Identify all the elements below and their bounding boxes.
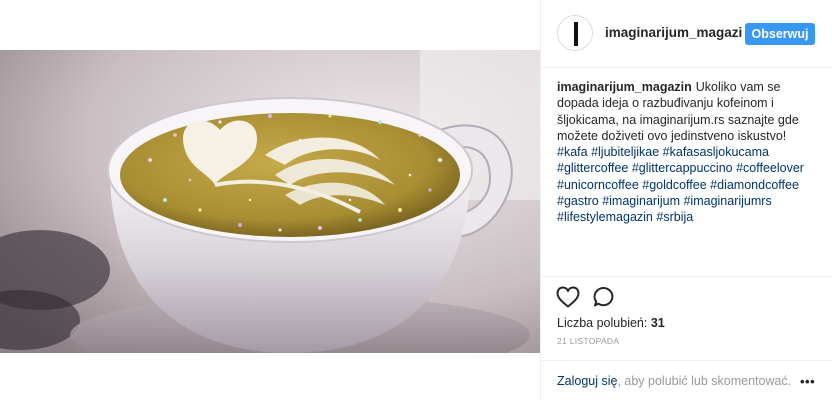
hashtag-link[interactable]: #gastro — [557, 194, 599, 208]
post-photo[interactable] — [0, 50, 540, 353]
comment-icon[interactable] — [593, 286, 615, 308]
hashtag-link[interactable]: #glittercappuccino — [632, 161, 733, 175]
more-options-icon[interactable]: ••• — [800, 374, 815, 389]
post-date: 21 LISTOPADA — [557, 336, 620, 346]
hashtag-link[interactable]: #goldcoffee — [642, 178, 706, 192]
hashtag-link[interactable]: #glittercoffee — [557, 161, 628, 175]
caption-username[interactable]: imaginarijum_magazin — [557, 80, 692, 94]
avatar-logo-mark — [574, 22, 578, 46]
follow-button[interactable]: Obserwuj — [745, 23, 815, 45]
heart-icon[interactable] — [556, 286, 580, 308]
likes-count[interactable]: Liczba polubień: 31 — [557, 316, 665, 330]
glitter-coffee-image — [0, 50, 540, 353]
login-link[interactable]: Zaloguj się — [557, 374, 617, 388]
likes-label: Liczba polubień: — [557, 316, 648, 330]
post-caption: imaginarijum_magazin Ukoliko vam se dopad… — [557, 79, 819, 226]
hashtag-link[interactable]: #kafasasljokucama — [663, 145, 769, 159]
hashtag-link[interactable]: #imaginarijum — [602, 194, 680, 208]
post-header: imaginarijum_magazi Obserwuj — [541, 0, 832, 68]
hashtag-link[interactable]: #lifestylemagazin — [557, 210, 653, 224]
login-prompt: Zaloguj się, aby polubić lub skomentować… — [541, 360, 832, 400]
hashtag-list: #kafa #ljubiteljikae #kafasasljokucama #… — [557, 145, 804, 224]
media-area — [0, 0, 540, 400]
header-username[interactable]: imaginarijum_magazi — [605, 25, 745, 40]
hashtag-link[interactable]: #srbija — [656, 210, 693, 224]
hashtag-link[interactable]: #imaginarijumrs — [683, 194, 771, 208]
hashtag-link[interactable]: #ljubiteljikae — [591, 145, 659, 159]
hashtag-link[interactable]: #coffeelover — [736, 161, 804, 175]
hashtag-link[interactable]: #diamondcoffee — [710, 178, 799, 192]
hashtag-link[interactable]: #kafa — [557, 145, 588, 159]
post-sidebar: imaginarijum_magazi Obserwuj imaginariju… — [540, 0, 832, 400]
login-rest-text: , aby polubić lub skomentować. — [617, 374, 792, 388]
avatar[interactable] — [557, 15, 593, 51]
hashtag-link[interactable]: #unicorncoffee — [557, 178, 639, 192]
login-text: Zaloguj się, aby polubić lub skomentować… — [557, 374, 791, 388]
likes-number: 31 — [650, 316, 665, 330]
